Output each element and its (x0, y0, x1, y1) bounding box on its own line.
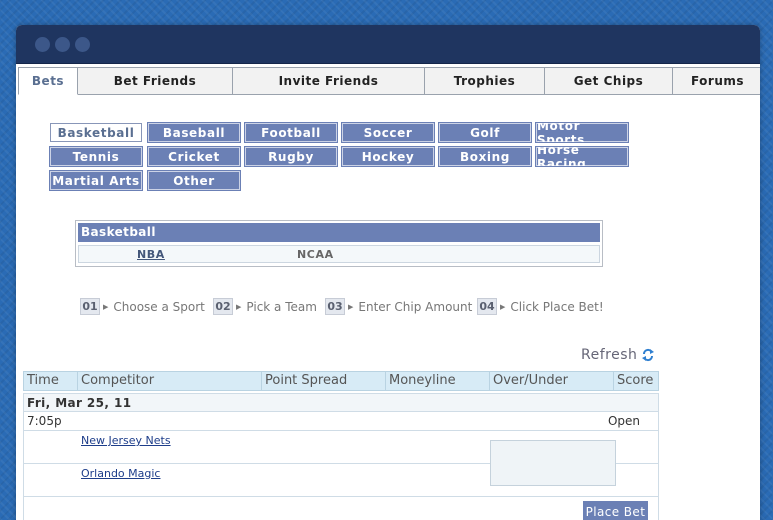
step-number: 02 (213, 298, 233, 315)
games-table-header: Time Competitor Point Spread Moneyline O… (23, 371, 659, 391)
game-time-row: 7:05p Open (23, 412, 659, 431)
step-item: 04 ▶ Click Place Bet! (477, 298, 604, 315)
sport-button-tennis[interactable]: Tennis (49, 146, 143, 167)
game-time: 7:05p (27, 414, 62, 428)
title-bar (16, 25, 760, 64)
column-header-over-under: Over/Under (490, 372, 614, 390)
sport-button-soccer[interactable]: Soccer (341, 122, 435, 143)
column-header-point-spread: Point Spread (262, 372, 386, 390)
arrow-right-icon: ▶ (500, 302, 506, 311)
step-number: 04 (477, 298, 497, 315)
arrow-right-icon: ▶ (348, 302, 354, 311)
arrow-right-icon: ▶ (103, 302, 109, 311)
game-date-row: Fri, Mar 25, 11 (23, 393, 659, 412)
refresh-label: Refresh (581, 347, 638, 363)
league-link-ncaa[interactable]: NCAA (297, 248, 334, 261)
step-number: 01 (80, 298, 100, 315)
tab-get-chips[interactable]: Get Chips (545, 67, 673, 95)
arrow-right-icon: ▶ (236, 302, 242, 311)
games-table: Time Competitor Point Spread Moneyline O… (23, 371, 659, 520)
step-number: 03 (325, 298, 345, 315)
league-panel: Basketball NBA NCAA (75, 220, 603, 267)
sport-button-horse-racing[interactable]: Horse Racing (535, 143, 629, 171)
app-window: Bets Bet Friends Invite Friends Trophies… (16, 25, 760, 520)
league-panel-title: Basketball (78, 223, 600, 242)
window-control-dot[interactable] (75, 37, 90, 52)
column-header-score: Score (617, 373, 654, 388)
sport-button-other[interactable]: Other (147, 170, 241, 191)
step-text: Choose a Sport (113, 299, 205, 314)
team-link-new-jersey-nets[interactable]: New Jersey Nets (81, 434, 171, 447)
column-header-competitor: Competitor (78, 372, 262, 390)
sport-button-basketball[interactable]: Basketball (50, 123, 142, 142)
sport-button-motor-sports[interactable]: Motor Sports (535, 119, 629, 147)
column-header-time: Time (24, 372, 78, 390)
sport-button-golf[interactable]: Golf (438, 122, 532, 143)
step-item: 03 ▶ Enter Chip Amount (325, 298, 472, 315)
step-text: Enter Chip Amount (358, 299, 473, 314)
sport-button-hockey[interactable]: Hockey (341, 146, 435, 167)
tab-invite-friends[interactable]: Invite Friends (233, 67, 425, 95)
window-control-dot[interactable] (35, 37, 50, 52)
tab-bets[interactable]: Bets (18, 67, 78, 95)
refresh-button[interactable]: Refresh (581, 347, 655, 363)
step-text: Click Place Bet! (510, 299, 604, 314)
table-row: Place Bet (23, 497, 659, 520)
refresh-icon (642, 348, 655, 362)
window-control-dot[interactable] (55, 37, 70, 52)
step-item: 02 ▶ Pick a Team (213, 298, 317, 315)
team-link-orlando-magic[interactable]: Orlando Magic (81, 467, 160, 480)
step-text: Pick a Team (246, 299, 317, 314)
over-under-input[interactable] (490, 440, 616, 486)
place-bet-button[interactable]: Place Bet (583, 501, 648, 520)
sport-button-baseball[interactable]: Baseball (147, 122, 241, 143)
sport-button-rugby[interactable]: Rugby (244, 146, 338, 167)
sport-button-boxing[interactable]: Boxing (438, 146, 532, 167)
main-nav: Bets Bet Friends Invite Friends Trophies… (18, 67, 760, 95)
league-link-nba[interactable]: NBA (137, 248, 165, 261)
game-status: Open (607, 414, 640, 428)
column-header-moneyline: Moneyline (386, 372, 490, 390)
tab-trophies[interactable]: Trophies (425, 67, 545, 95)
league-list: NBA NCAA (78, 245, 600, 263)
tab-forums[interactable]: Forums (673, 67, 760, 95)
sport-button-football[interactable]: Football (244, 122, 338, 143)
sport-button-cricket[interactable]: Cricket (147, 146, 241, 167)
tab-bet-friends[interactable]: Bet Friends (78, 67, 233, 95)
step-item: 01 ▶ Choose a Sport (80, 298, 205, 315)
sport-button-martial-arts[interactable]: Martial Arts (49, 170, 143, 191)
